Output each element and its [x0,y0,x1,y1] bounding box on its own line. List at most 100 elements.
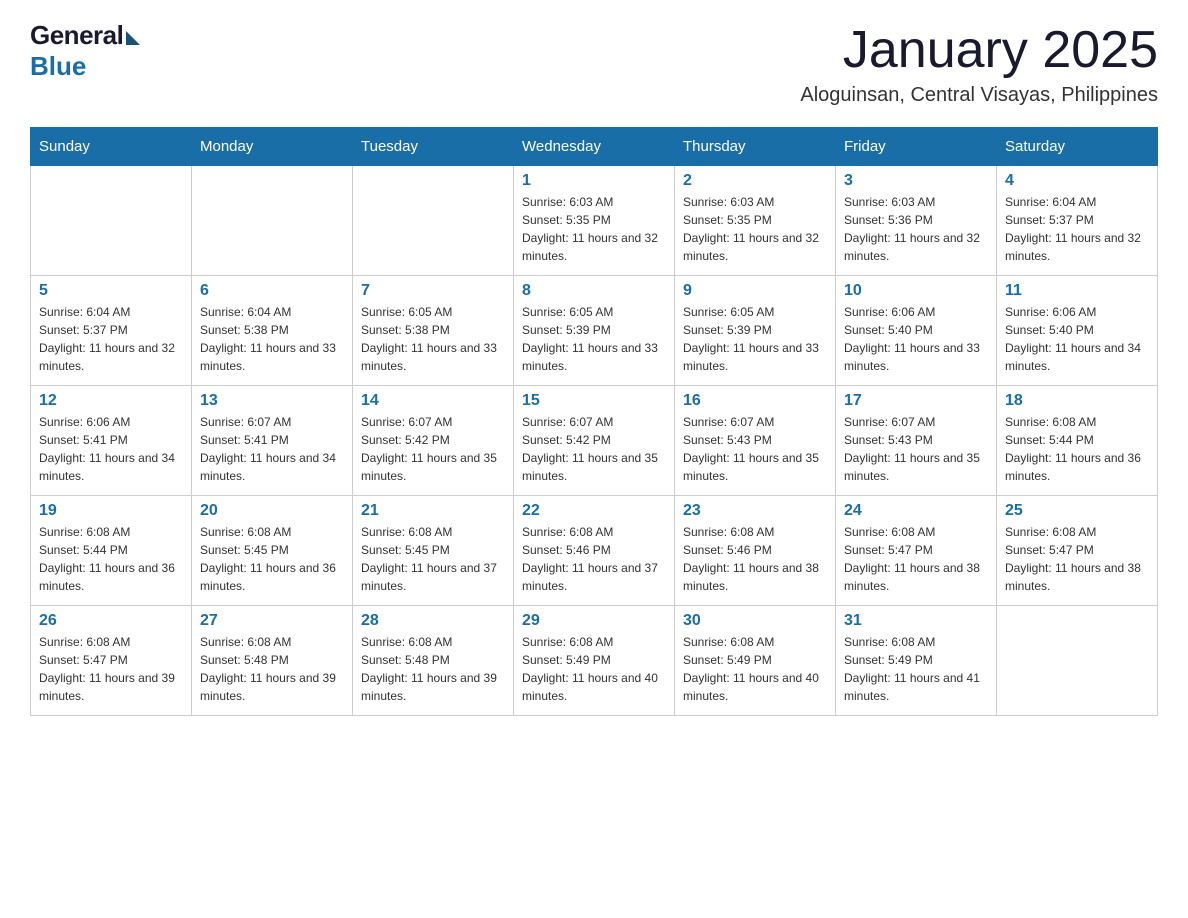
day-info: Sunrise: 6:08 AM Sunset: 5:47 PM Dayligh… [39,633,183,705]
day-number: 9 [683,282,827,300]
day-number: 12 [39,392,183,410]
day-number: 4 [1005,172,1149,190]
calendar-cell: 28Sunrise: 6:08 AM Sunset: 5:48 PM Dayli… [353,606,514,716]
day-info: Sunrise: 6:07 AM Sunset: 5:43 PM Dayligh… [844,413,988,485]
calendar-week-1: 1 Sunrise: 6:03 AM Sunset: 5:35 PM Daylig… [31,166,1158,276]
calendar-cell: 23 Sunrise: 6:08 AM Sunset: 5:46 PM Dayli… [675,496,836,606]
day-info: Sunrise: 6:08 AM Sunset: 5:46 PM Dayligh… [522,523,666,595]
day-info: Sunrise: 6:08 AM Sunset: 5:48 PM Dayligh… [200,633,344,705]
day-info: Sunrise: 6:07 AM Sunset: 5:41 PM Dayligh… [200,413,344,485]
calendar-cell: 17Sunrise: 6:07 AM Sunset: 5:43 PM Dayli… [836,386,997,496]
calendar-cell: 3Sunrise: 6:03 AM Sunset: 5:36 PM Daylig… [836,166,997,276]
calendar-cell: 7 Sunrise: 6:05 AM Sunset: 5:38 PM Daylig… [353,276,514,386]
calendar-cell: 2 Sunrise: 6:03 AM Sunset: 5:35 PM Daylig… [675,166,836,276]
calendar-cell: 9 Sunrise: 6:05 AM Sunset: 5:39 PM Daylig… [675,276,836,386]
day-number: 29 [522,612,666,630]
day-info: Sunrise: 6:06 AM Sunset: 5:41 PM Dayligh… [39,413,183,485]
calendar-cell: 25 Sunrise: 6:08 AM Sunset: 5:47 PM Dayli… [997,496,1158,606]
day-info: Sunrise: 6:05 AM Sunset: 5:39 PM Dayligh… [522,303,666,375]
day-number: 28 [361,612,505,630]
day-info: Sunrise: 6:08 AM Sunset: 5:47 PM Dayligh… [844,523,988,595]
day-number: 23 [683,502,827,520]
title-section: January 2025 Aloguinsan, Central Visayas… [800,20,1158,107]
day-info: Sunrise: 6:07 AM Sunset: 5:43 PM Dayligh… [683,413,827,485]
calendar-cell: 8 Sunrise: 6:05 AM Sunset: 5:39 PM Daylig… [514,276,675,386]
calendar-cell: 31Sunrise: 6:08 AM Sunset: 5:49 PM Dayli… [836,606,997,716]
day-number: 18 [1005,392,1149,410]
page-header: General Blue January 2025 Aloguinsan, Ce… [30,20,1158,107]
calendar-cell: 4Sunrise: 6:04 AM Sunset: 5:37 PM Daylig… [997,166,1158,276]
day-number: 11 [1005,282,1149,300]
logo-arrow-icon [126,31,140,45]
calendar-cell: 24 Sunrise: 6:08 AM Sunset: 5:47 PM Dayli… [836,496,997,606]
day-number: 8 [522,282,666,300]
weekday-header-wednesday: Wednesday [514,128,675,166]
day-number: 20 [200,502,344,520]
calendar-cell: 1 Sunrise: 6:03 AM Sunset: 5:35 PM Daylig… [514,166,675,276]
calendar-cell: 16Sunrise: 6:07 AM Sunset: 5:43 PM Dayli… [675,386,836,496]
day-info: Sunrise: 6:08 AM Sunset: 5:46 PM Dayligh… [683,523,827,595]
calendar-cell: 20 Sunrise: 6:08 AM Sunset: 5:45 PM Dayli… [192,496,353,606]
calendar-cell: 6Sunrise: 6:04 AM Sunset: 5:38 PM Daylig… [192,276,353,386]
day-info: Sunrise: 6:05 AM Sunset: 5:38 PM Dayligh… [361,303,505,375]
day-info: Sunrise: 6:03 AM Sunset: 5:35 PM Dayligh… [522,193,666,265]
logo-general-text: General [30,20,123,51]
day-info: Sunrise: 6:04 AM Sunset: 5:37 PM Dayligh… [39,303,183,375]
day-info: Sunrise: 6:05 AM Sunset: 5:39 PM Dayligh… [683,303,827,375]
weekday-header-sunday: Sunday [31,128,192,166]
day-info: Sunrise: 6:03 AM Sunset: 5:35 PM Dayligh… [683,193,827,265]
day-number: 10 [844,282,988,300]
calendar-cell [31,166,192,276]
day-number: 3 [844,172,988,190]
calendar-cell [192,166,353,276]
weekday-header-tuesday: Tuesday [353,128,514,166]
calendar-cell: 22 Sunrise: 6:08 AM Sunset: 5:46 PM Dayli… [514,496,675,606]
calendar-cell: 21Sunrise: 6:08 AM Sunset: 5:45 PM Dayli… [353,496,514,606]
day-info: Sunrise: 6:04 AM Sunset: 5:38 PM Dayligh… [200,303,344,375]
day-number: 19 [39,502,183,520]
calendar-cell: 29 Sunrise: 6:08 AM Sunset: 5:49 PM Dayli… [514,606,675,716]
calendar-week-3: 12 Sunrise: 6:06 AM Sunset: 5:41 PM Dayli… [31,386,1158,496]
calendar-cell: 11 Sunrise: 6:06 AM Sunset: 5:40 PM Dayli… [997,276,1158,386]
location-subtitle: Aloguinsan, Central Visayas, Philippines [800,84,1158,107]
day-info: Sunrise: 6:08 AM Sunset: 5:49 PM Dayligh… [522,633,666,705]
weekday-header-row: SundayMondayTuesdayWednesdayThursdayFrid… [31,128,1158,166]
calendar-cell: 27 Sunrise: 6:08 AM Sunset: 5:48 PM Dayli… [192,606,353,716]
logo: General Blue [30,20,140,82]
day-info: Sunrise: 6:08 AM Sunset: 5:44 PM Dayligh… [39,523,183,595]
day-info: Sunrise: 6:07 AM Sunset: 5:42 PM Dayligh… [522,413,666,485]
day-info: Sunrise: 6:08 AM Sunset: 5:49 PM Dayligh… [844,633,988,705]
calendar-cell [353,166,514,276]
day-number: 24 [844,502,988,520]
day-number: 7 [361,282,505,300]
day-number: 21 [361,502,505,520]
calendar-cell: 14Sunrise: 6:07 AM Sunset: 5:42 PM Dayli… [353,386,514,496]
weekday-header-saturday: Saturday [997,128,1158,166]
calendar-cell: 13 Sunrise: 6:07 AM Sunset: 5:41 PM Dayli… [192,386,353,496]
day-info: Sunrise: 6:08 AM Sunset: 5:47 PM Dayligh… [1005,523,1149,595]
calendar-week-4: 19 Sunrise: 6:08 AM Sunset: 5:44 PM Dayli… [31,496,1158,606]
month-year-title: January 2025 [800,20,1158,80]
calendar-cell: 26Sunrise: 6:08 AM Sunset: 5:47 PM Dayli… [31,606,192,716]
logo-blue-text: Blue [30,51,86,82]
calendar-cell: 12 Sunrise: 6:06 AM Sunset: 5:41 PM Dayli… [31,386,192,496]
calendar-week-5: 26Sunrise: 6:08 AM Sunset: 5:47 PM Dayli… [31,606,1158,716]
day-info: Sunrise: 6:08 AM Sunset: 5:49 PM Dayligh… [683,633,827,705]
day-number: 30 [683,612,827,630]
day-info: Sunrise: 6:06 AM Sunset: 5:40 PM Dayligh… [1005,303,1149,375]
calendar-cell: 18Sunrise: 6:08 AM Sunset: 5:44 PM Dayli… [997,386,1158,496]
day-number: 5 [39,282,183,300]
day-number: 2 [683,172,827,190]
calendar-cell: 30 Sunrise: 6:08 AM Sunset: 5:49 PM Dayli… [675,606,836,716]
calendar-cell: 15Sunrise: 6:07 AM Sunset: 5:42 PM Dayli… [514,386,675,496]
day-info: Sunrise: 6:06 AM Sunset: 5:40 PM Dayligh… [844,303,988,375]
calendar-week-2: 5 Sunrise: 6:04 AM Sunset: 5:37 PM Daylig… [31,276,1158,386]
weekday-header-friday: Friday [836,128,997,166]
day-info: Sunrise: 6:08 AM Sunset: 5:45 PM Dayligh… [200,523,344,595]
day-number: 1 [522,172,666,190]
day-number: 13 [200,392,344,410]
calendar-cell: 10 Sunrise: 6:06 AM Sunset: 5:40 PM Dayli… [836,276,997,386]
day-number: 22 [522,502,666,520]
day-number: 25 [1005,502,1149,520]
day-number: 27 [200,612,344,630]
